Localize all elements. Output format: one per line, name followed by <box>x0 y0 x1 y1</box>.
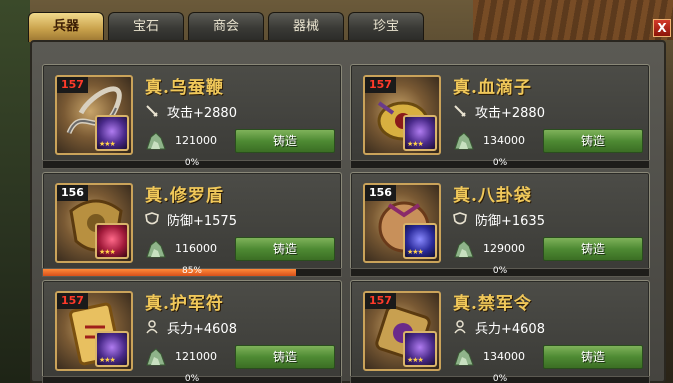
soldier-icon <box>146 320 158 334</box>
progress-percent: 0% <box>184 374 200 383</box>
item-stat-text: 攻击+2880 <box>167 106 237 121</box>
item-thumbnail[interactable]: 157 ★★★ <box>55 75 133 155</box>
ore-icon <box>454 132 474 150</box>
tab-weapons[interactable]: 兵器 <box>28 12 104 42</box>
forge-progress-bar: 0% <box>350 266 650 277</box>
item-level: 157 <box>365 77 396 93</box>
item-thumbnail[interactable]: 157 ★★★ <box>55 291 133 371</box>
forge-progress-bar: 0% <box>350 374 650 383</box>
progress-percent: 85% <box>181 266 202 276</box>
item-card: 157 ★★★ 真.乌蚕鞭 攻击+2880 121000 铸造 <box>42 64 342 164</box>
forge-progress-bar: 85% <box>42 266 342 277</box>
item-stat-text: 防御+1575 <box>167 214 237 229</box>
item-name: 真.血滴子 <box>453 78 532 98</box>
forge-button[interactable]: 铸造 <box>543 345 643 369</box>
forge-button[interactable]: 铸造 <box>543 237 643 261</box>
shield-icon <box>145 212 159 225</box>
soldier-icon <box>454 320 466 334</box>
sword-icon <box>146 105 158 117</box>
close-button[interactable]: X <box>653 19 671 37</box>
ore-icon <box>146 132 166 150</box>
item-name: 真.乌蚕鞭 <box>145 78 224 98</box>
forge-button[interactable]: 铸造 <box>235 345 335 369</box>
forge-panel: 157 ★★★ 真.乌蚕鞭 攻击+2880 121000 铸造 0% 157 ★… <box>30 40 666 383</box>
forge-progress-bar: 0% <box>350 158 650 169</box>
item-level: 157 <box>365 293 396 309</box>
item-card: 157 ★★★ 真.护军符 兵力+4608 121000 铸造 <box>42 280 342 380</box>
item-cost-text: 134000 <box>483 134 525 147</box>
item-thumbnail[interactable]: 157 ★★★ <box>363 291 441 371</box>
background-roof <box>473 0 673 40</box>
gem-icon: ★★★ <box>95 115 129 151</box>
tab-gems[interactable]: 宝石 <box>108 12 184 40</box>
item-card: 156 ★★★ 真.修罗盾 防御+1575 116000 铸造 <box>42 172 342 272</box>
tab-bar: 兵器 宝石 商会 器械 珍宝 <box>28 12 438 42</box>
item-thumbnail[interactable]: 157 ★★★ <box>363 75 441 155</box>
item-level: 157 <box>57 293 88 309</box>
shield-icon <box>453 212 467 225</box>
tab-guild[interactable]: 商会 <box>188 12 264 40</box>
sword-icon <box>454 105 466 117</box>
item-name: 真.护军符 <box>145 294 224 314</box>
item-cost-text: 121000 <box>175 134 217 147</box>
item-cost-text: 134000 <box>483 350 525 363</box>
gem-icon: ★★★ <box>403 223 437 259</box>
progress-percent: 0% <box>184 158 200 168</box>
ore-icon <box>454 240 474 258</box>
forge-button[interactable]: 铸造 <box>235 237 335 261</box>
item-stat-text: 兵力+4608 <box>167 322 237 337</box>
item-card: 157 ★★★ 真.禁军令 兵力+4608 134000 铸造 <box>350 280 650 380</box>
item-cost-text: 116000 <box>175 242 217 255</box>
item-level: 156 <box>365 185 396 201</box>
background-scenery-left <box>0 0 30 383</box>
tab-machinery[interactable]: 器械 <box>268 12 344 40</box>
item-stat-text: 兵力+4608 <box>475 322 545 337</box>
forge-progress-bar: 0% <box>42 158 342 169</box>
gem-icon: ★★★ <box>95 331 129 367</box>
item-stat-text: 防御+1635 <box>475 214 545 229</box>
gem-icon: ★★★ <box>403 331 437 367</box>
ore-icon <box>146 240 166 258</box>
tab-treasures[interactable]: 珍宝 <box>348 12 424 40</box>
ore-icon <box>146 348 166 366</box>
gem-icon: ★★★ <box>403 115 437 151</box>
item-thumbnail[interactable]: 156 ★★★ <box>55 183 133 263</box>
item-level: 156 <box>57 185 88 201</box>
item-name: 真.八卦袋 <box>453 186 532 206</box>
item-cost-text: 129000 <box>483 242 525 255</box>
progress-percent: 0% <box>492 374 508 383</box>
item-card: 157 ★★★ 真.血滴子 攻击+2880 134000 铸造 <box>350 64 650 164</box>
item-card: 156 ★★★ 真.八卦袋 防御+1635 129000 铸造 <box>350 172 650 272</box>
forge-progress-bar: 0% <box>42 374 342 383</box>
item-name: 真.禁军令 <box>453 294 532 314</box>
item-thumbnail[interactable]: 156 ★★★ <box>363 183 441 263</box>
gem-icon: ★★★ <box>95 223 129 259</box>
ore-icon <box>454 348 474 366</box>
item-level: 157 <box>57 77 88 93</box>
forge-button[interactable]: 铸造 <box>235 129 335 153</box>
item-name: 真.修罗盾 <box>145 186 224 206</box>
item-stat-text: 攻击+2880 <box>475 106 545 121</box>
progress-percent: 0% <box>492 266 508 276</box>
progress-percent: 0% <box>492 158 508 168</box>
forge-button[interactable]: 铸造 <box>543 129 643 153</box>
item-cost-text: 121000 <box>175 350 217 363</box>
